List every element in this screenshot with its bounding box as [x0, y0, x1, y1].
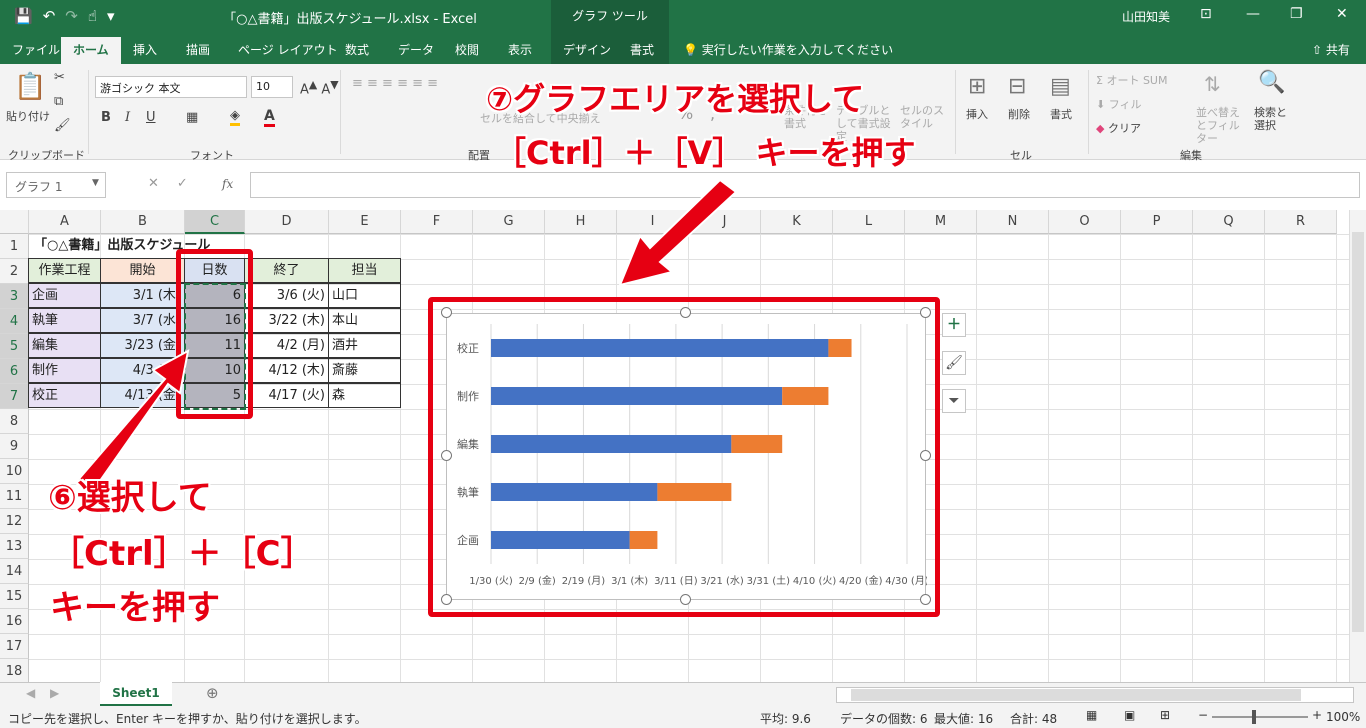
callout-step6-line2: ［Ctrl］＋［C］: [50, 534, 315, 574]
status-bar: コピー先を選択し、Enter キーを押すか、貼り付けを選択します。 平均: 9.…: [0, 706, 1366, 728]
callout-step7-line1: ⑦グラフエリアを選択して: [486, 80, 865, 118]
sheet-nav-prev-icon[interactable]: ◀: [26, 686, 35, 700]
page-layout-view-icon[interactable]: ▣: [1124, 708, 1135, 722]
status-message: コピー先を選択し、Enter キーを押すか、貼り付けを選択します。: [8, 712, 367, 726]
page-break-view-icon[interactable]: ⊞: [1160, 708, 1170, 722]
status-average: 平均: 9.6: [760, 712, 811, 726]
zoom-out-icon[interactable]: −: [1198, 708, 1208, 722]
arrow-step6: [76, 349, 190, 490]
zoom-slider[interactable]: [1212, 716, 1308, 718]
v-scrollbar-thumb[interactable]: [1352, 232, 1364, 632]
callout-step7-line2: ［Ctrl］＋［V］ キーを押す: [494, 134, 916, 172]
horizontal-scrollbar[interactable]: [836, 687, 1354, 703]
arrow-step7: [618, 178, 738, 287]
callout-step6-line3: キーを押す: [50, 588, 220, 628]
status-sum: 合計: 48: [1010, 712, 1058, 726]
zoom-level[interactable]: 100%: [1326, 710, 1360, 724]
sheet-tab-bar: ◀ ▶ Sheet1 ⊕: [0, 682, 1366, 706]
normal-view-icon[interactable]: ▦: [1086, 708, 1097, 722]
sheet-tab-sheet1[interactable]: Sheet1: [100, 682, 172, 706]
scrollbar-thumb[interactable]: [851, 689, 1301, 701]
zoom-slider-thumb[interactable]: [1252, 710, 1256, 724]
callout-step6-line1: ⑥選択して: [48, 478, 212, 518]
status-max: 最大値: 16: [934, 712, 994, 726]
sheet-nav-next-icon[interactable]: ▶: [50, 686, 59, 700]
zoom-in-icon[interactable]: +: [1312, 708, 1322, 722]
add-sheet-icon[interactable]: ⊕: [206, 684, 219, 702]
status-count: データの個数: 6: [840, 712, 928, 726]
vertical-scrollbar[interactable]: [1349, 210, 1366, 682]
